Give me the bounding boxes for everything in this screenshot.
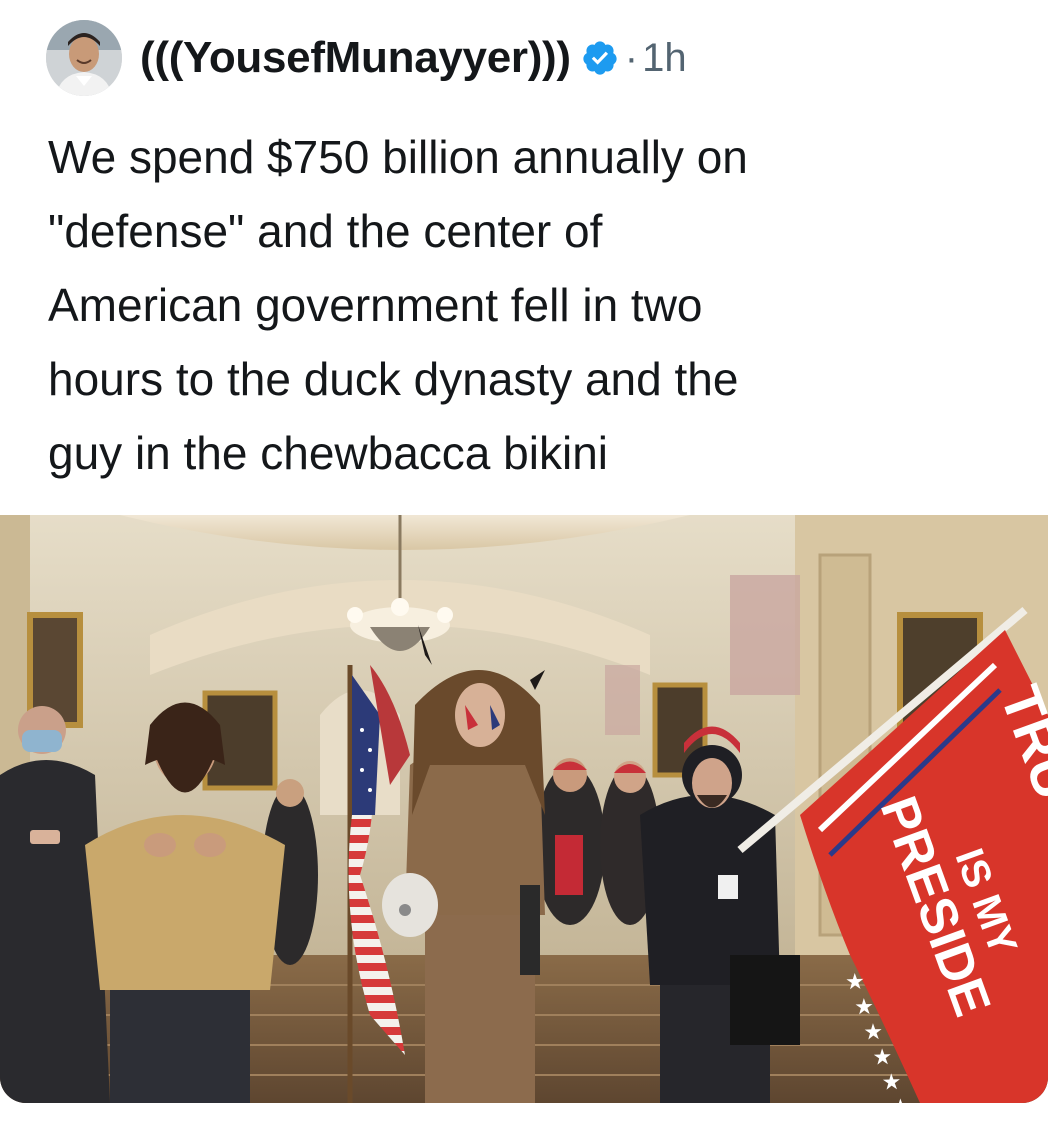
separator-dot: · [624, 35, 639, 80]
author-name[interactable]: (((YousefMunayyer))) [140, 33, 571, 83]
verified-badge-icon [581, 39, 619, 77]
tweet-photo[interactable]: TRU IS MY PRESIDE ★ ★ ★ ★ ★ ★ [0, 515, 1048, 1103]
tweet-card: (((YousefMunayyer))) · 1h We spend $750 … [0, 0, 1061, 1140]
avatar[interactable] [46, 20, 122, 96]
tweet-body: We spend $750 billion annually on "defen… [48, 131, 748, 479]
tweet-header: (((YousefMunayyer))) · 1h [46, 18, 687, 98]
tweet-timestamp[interactable]: 1h [642, 36, 687, 81]
